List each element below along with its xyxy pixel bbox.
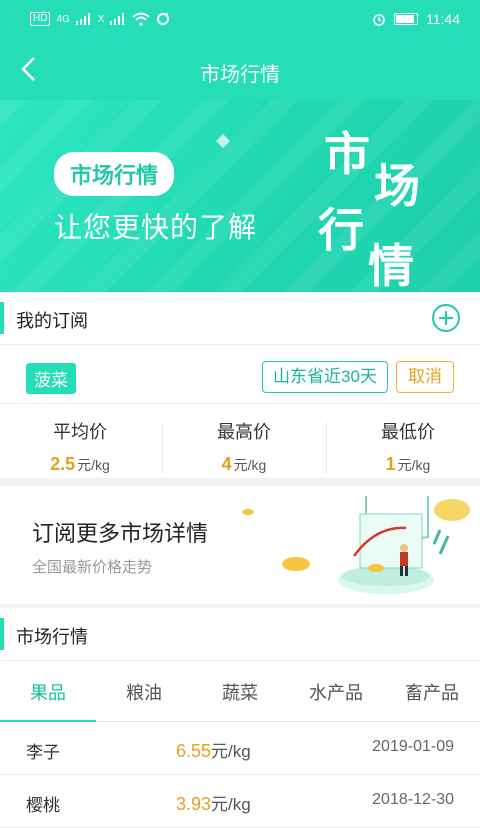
price-label: 最高价 xyxy=(217,422,271,442)
price-value: 2.5 xyxy=(50,454,76,474)
tab-aquatic[interactable]: 水产品 xyxy=(288,679,384,705)
tab-livestock[interactable]: 畜产品 xyxy=(384,679,480,705)
nav-bar: 市场行情 xyxy=(0,40,480,100)
page-title: 市场行情 xyxy=(200,64,280,86)
subscription-header: 我的订阅 xyxy=(0,292,480,345)
calligraphy-char: 行 xyxy=(318,203,364,257)
sync-icon xyxy=(157,13,170,25)
divider xyxy=(326,422,327,474)
price-unit: 元/kg xyxy=(233,457,267,473)
network2-label: X xyxy=(97,13,105,25)
price-value: 1 xyxy=(385,454,396,474)
promo-card[interactable]: 订阅更多市场详情 全国最新价格走势 xyxy=(0,486,480,604)
tab-fruits[interactable]: 果品 xyxy=(0,679,96,705)
row-date: 2019-01-09 xyxy=(372,738,454,755)
tab-grain-oil[interactable]: 粮油 xyxy=(96,679,192,705)
header-bar: HD 4G X 11:44 市场行情 xyxy=(0,0,480,100)
table-row[interactable]: 樱桃 3.93元/kg 2018-12-30 xyxy=(0,775,480,828)
subscribed-item-chip[interactable]: 菠菜 xyxy=(26,363,76,394)
banner-calligraphy: 市 场 行 情 xyxy=(318,118,438,292)
subscription-item-row: 菠菜 山东省近30天 取消 xyxy=(0,345,480,404)
alarm-icon xyxy=(373,14,385,26)
market-section: 市场行情 果品 粮油 蔬菜 水产品 畜产品 李子 6.55元/kg 2019-0… xyxy=(0,608,480,828)
row-unit: 元/kg xyxy=(211,795,251,814)
subscription-section: 我的订阅 菠菜 山东省近30天 取消 平均价 2.5 元/kg 最高价 4 元/kg… xyxy=(0,292,480,478)
price-label: 最低价 xyxy=(381,422,435,442)
subscription-heading: 我的订阅 xyxy=(16,311,88,331)
row-unit: 元/kg xyxy=(211,742,251,761)
status-bar: HD 4G X 11:44 xyxy=(0,0,480,40)
market-chart-illustration xyxy=(242,496,470,594)
market-header: 市场行情 xyxy=(0,608,480,661)
cancel-button[interactable]: 取消 xyxy=(396,361,454,393)
price-label: 平均价 xyxy=(53,422,107,442)
calligraphy-char: 情 xyxy=(368,239,414,292)
section-accent-bar xyxy=(0,302,4,334)
category-tabs: 果品 粮油 蔬菜 水产品 畜产品 xyxy=(0,661,480,722)
price-unit: 元/kg xyxy=(77,457,110,473)
calligraphy-char: 场 xyxy=(374,159,420,213)
market-heading: 市场行情 xyxy=(16,627,88,647)
signal2-icon xyxy=(110,13,125,25)
row-name: 李子 xyxy=(26,743,60,762)
banner[interactable]: 市场行情 让您更快的了解 市 场 行 情 xyxy=(0,100,480,292)
max-price: 最高价 4 元/kg xyxy=(164,418,324,475)
add-subscription-icon[interactable] xyxy=(432,304,460,332)
row-price: 6.55 xyxy=(176,741,212,761)
clock: 11:44 xyxy=(426,11,460,27)
region-range-button[interactable]: 山东省近30天 xyxy=(262,361,388,393)
wifi-icon xyxy=(132,12,151,26)
price-summary: 平均价 2.5 元/kg 最高价 4 元/kg 最低价 1 元/kg xyxy=(0,404,480,484)
signal-icon xyxy=(75,13,90,25)
banner-pill: 市场行情 xyxy=(54,152,175,196)
row-price: 3.93 xyxy=(176,794,212,814)
price-list: 李子 6.55元/kg 2019-01-09 樱桃 3.93元/kg 2018-… xyxy=(0,722,480,828)
promo-subtitle: 全国最新价格走势 xyxy=(32,559,153,576)
row-date: 2018-12-30 xyxy=(372,791,454,808)
hd-badge: HD xyxy=(30,12,51,26)
table-row[interactable]: 李子 6.55元/kg 2019-01-09 xyxy=(0,722,480,775)
banner-subtitle: 让您更快的了解 xyxy=(54,212,258,243)
min-price: 最低价 1 元/kg xyxy=(328,418,480,475)
tab-vegetables[interactable]: 蔬菜 xyxy=(192,679,288,705)
avg-price: 平均价 2.5 元/kg xyxy=(0,418,160,475)
price-value: 4 xyxy=(221,454,232,474)
calligraphy-char: 市 xyxy=(324,127,370,181)
battery-icon xyxy=(394,13,418,25)
section-accent-bar xyxy=(0,618,4,650)
row-name: 樱桃 xyxy=(26,796,60,815)
price-unit: 元/kg xyxy=(397,457,431,473)
promo-title: 订阅更多市场详情 xyxy=(32,521,209,546)
divider xyxy=(162,422,163,474)
network-label: 4G xyxy=(56,13,70,25)
